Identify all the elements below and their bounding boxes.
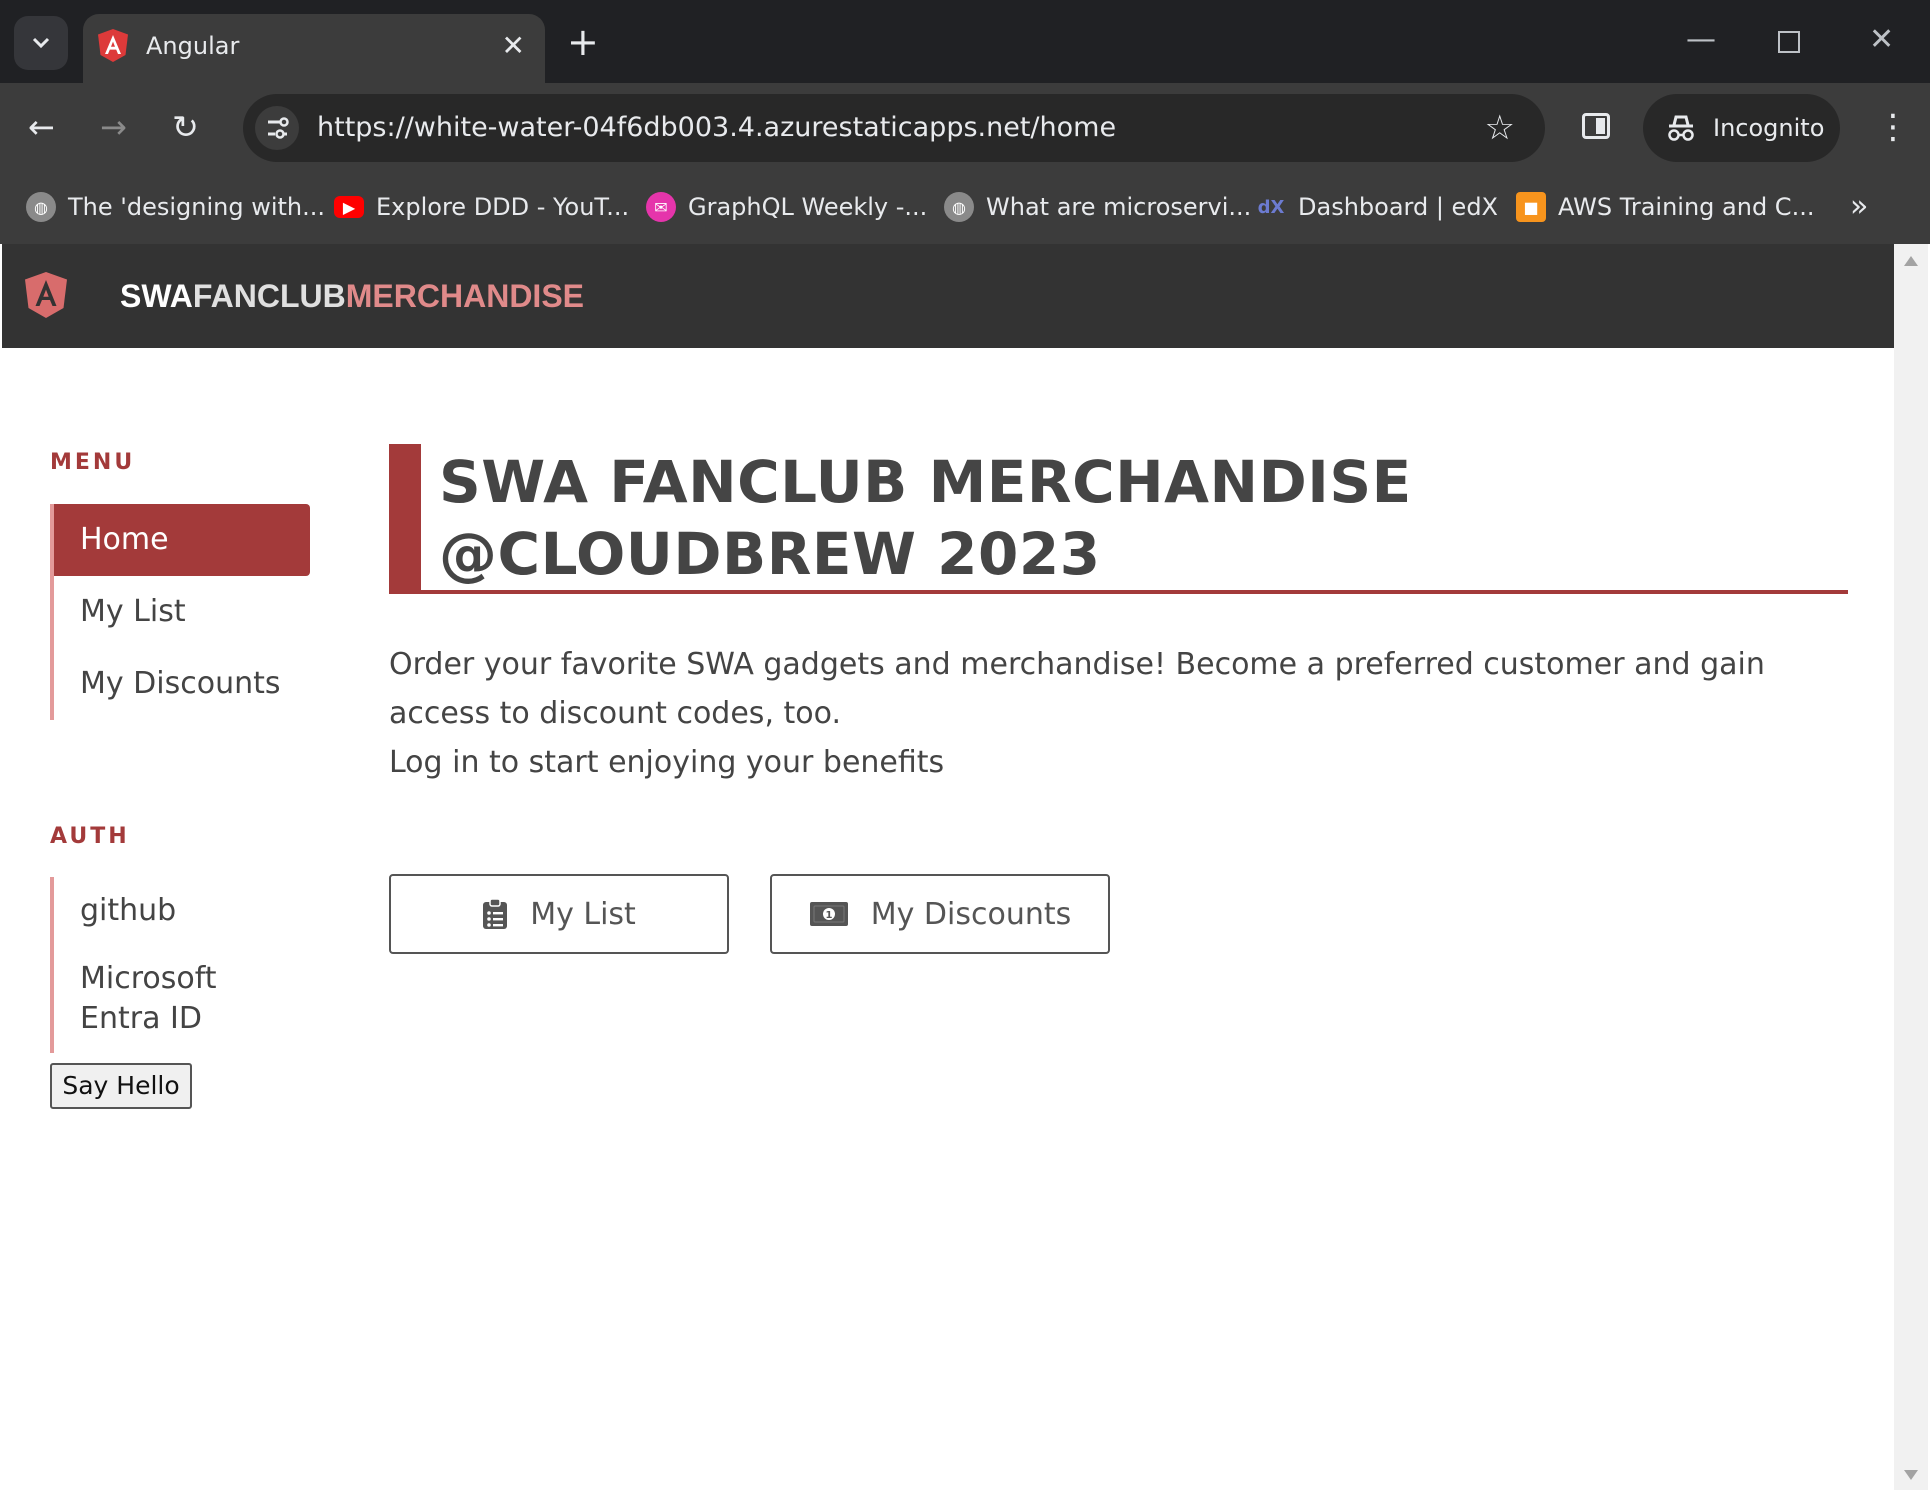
bookmarks-bar: ◍ The 'designing with... ▶ Explore DDD -… <box>0 173 1930 243</box>
new-tab-button[interactable]: + <box>567 20 599 64</box>
menu-section-label: MENU <box>50 450 136 475</box>
bookmark-star-icon[interactable]: ☆ <box>1485 106 1515 150</box>
intro-text: Order your favorite SWA gadgets and merc… <box>389 640 1849 787</box>
say-hello-button[interactable]: Say Hello <box>50 1063 192 1109</box>
nav-home[interactable]: Home <box>54 504 310 576</box>
graphql-mail-icon: ✉ <box>646 192 676 222</box>
reload-icon[interactable]: ↻ <box>172 105 199 149</box>
minimize-icon[interactable]: — <box>1686 18 1716 62</box>
my-discounts-button[interactable]: 1 My Discounts <box>770 874 1110 954</box>
brand-part-fanclub: FANCLUB <box>192 278 346 314</box>
youtube-icon: ▶ <box>334 196 364 218</box>
incognito-icon <box>1668 115 1694 141</box>
auth-nav: github Microsoft Entra ID <box>50 877 310 1053</box>
more-bookmarks-icon[interactable]: » <box>1850 187 1868 227</box>
login-prompt: Log in to start enjoying your benefits <box>389 745 945 780</box>
bookmark-item[interactable]: ▶ Explore DDD - YouT... <box>334 187 629 227</box>
back-icon[interactable]: ← <box>28 105 55 149</box>
url-text[interactable]: https://white-water-04f6db003.4.azuresta… <box>317 108 1116 148</box>
globe-icon: ◍ <box>944 192 974 222</box>
browser-chrome: Angular ✕ + — ✕ ← → ↻ https://white-wate… <box>0 0 1930 244</box>
bookmark-label: GraphQL Weekly -... <box>688 193 928 221</box>
money-bill-icon: 1 <box>809 902 848 926</box>
nav-my-list[interactable]: My List <box>54 576 310 648</box>
brand-part-merchandise: MERCHANDISE <box>345 278 584 314</box>
intro-paragraph: Order your favorite SWA gadgets and merc… <box>389 647 1765 731</box>
brand-title[interactable]: SWAFANCLUBMERCHANDISE <box>120 274 584 318</box>
bookmark-item[interactable]: dX Dashboard | edX <box>1256 187 1498 227</box>
menu-nav: Home My List My Discounts <box>50 504 310 720</box>
bookmark-item[interactable]: ✉ GraphQL Weekly -... <box>646 187 927 227</box>
svg-text:1: 1 <box>825 910 832 921</box>
angular-icon <box>98 29 128 62</box>
aws-cube-icon: ■ <box>1516 192 1546 222</box>
auth-section-label: AUTH <box>50 824 130 849</box>
clipboard-icon <box>483 898 508 929</box>
page-title: SWA FANCLUB MERCHANDISE @CLOUDBREW 2023 <box>439 448 1412 588</box>
bookmark-label: The 'designing with... <box>68 193 326 221</box>
chevron-down-icon <box>32 37 50 49</box>
vertical-scrollbar[interactable] <box>1894 244 1928 1490</box>
browser-menu-icon[interactable]: ⋮ <box>1876 105 1910 149</box>
close-window-icon[interactable]: ✕ <box>1869 18 1894 62</box>
side-panel-icon[interactable] <box>1582 113 1610 139</box>
incognito-indicator[interactable]: Incognito <box>1643 94 1840 162</box>
scroll-down-arrow-icon[interactable] <box>1904 1470 1918 1480</box>
edx-icon: dX <box>1257 196 1285 218</box>
app-header: SWAFANCLUBMERCHANDISE <box>2 244 1894 348</box>
bookmark-label: AWS Training and C... <box>1558 193 1815 221</box>
auth-github-link[interactable]: github <box>54 877 310 951</box>
bookmark-item[interactable]: ◍ What are microservi... <box>944 187 1251 227</box>
my-discounts-button-label: My Discounts <box>870 896 1072 932</box>
browser-toolbar: ← → ↻ https://white-water-04f6db003.4.az… <box>0 83 1930 173</box>
nav-my-discounts[interactable]: My Discounts <box>54 648 310 720</box>
tab-angular[interactable]: Angular ✕ <box>83 14 545 83</box>
my-list-button[interactable]: My List <box>389 874 729 954</box>
bookmark-label: What are microservi... <box>986 193 1252 221</box>
incognito-label: Incognito <box>1713 114 1825 142</box>
scroll-up-arrow-icon[interactable] <box>1904 256 1918 266</box>
page-title-block: SWA FANCLUB MERCHANDISE @CLOUDBREW 2023 <box>389 444 1848 594</box>
bookmark-label: Explore DDD - YouT... <box>376 193 630 221</box>
bookmark-item[interactable]: ◍ The 'designing with... <box>26 187 325 227</box>
tab-search-button[interactable] <box>14 16 68 70</box>
page-viewport: SWAFANCLUBMERCHANDISE MENU Home My List … <box>2 244 1894 1488</box>
bookmark-item[interactable]: ■ AWS Training and C... <box>1516 187 1814 227</box>
tab-close-icon[interactable]: ✕ <box>502 28 525 64</box>
globe-icon: ◍ <box>26 192 56 222</box>
angular-logo-icon[interactable] <box>24 271 68 319</box>
title-accent-bar <box>389 444 421 590</box>
address-bar[interactable]: https://white-water-04f6db003.4.azuresta… <box>243 94 1545 162</box>
my-list-button-label: My List <box>530 896 636 932</box>
tab-title: Angular <box>146 32 240 60</box>
maximize-icon[interactable] <box>1778 22 1800 66</box>
forward-icon[interactable]: → <box>100 105 127 149</box>
auth-microsoft-entra-link[interactable]: Microsoft Entra ID <box>54 951 254 1053</box>
bookmark-label: Dashboard | edX <box>1298 193 1498 221</box>
tab-strip: Angular ✕ + — ✕ <box>0 0 1930 83</box>
brand-part-swa: SWA <box>120 278 193 314</box>
site-info-icon[interactable] <box>255 106 299 150</box>
